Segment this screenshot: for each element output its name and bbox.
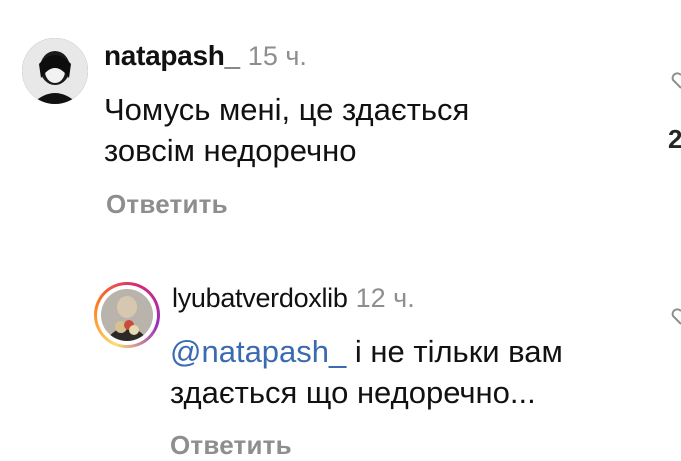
reply-button[interactable]: Ответить [106, 189, 228, 220]
reply-text-line: @natapash_ і не тільки вам [170, 331, 563, 372]
avatar-photo-icon [22, 38, 88, 104]
reply-text-rest: і не тільки вам [346, 334, 563, 369]
comment-time: 15 ч. [247, 41, 307, 71]
reply-time: 12 ч. [355, 283, 415, 313]
reply-username[interactable]: lyubatverdoxlib [172, 283, 348, 313]
heart-icon[interactable] [670, 308, 681, 326]
mention-link[interactable]: @natapash_ [170, 334, 346, 369]
comment-text-line: Чомусь мені, це здається [104, 92, 470, 127]
reply-text: @natapash_ і не тільки вам здається що н… [170, 331, 563, 413]
comment-username[interactable]: natapash_ [104, 40, 240, 71]
reply-header: lyubatverdoxlib 12 ч. [172, 283, 415, 314]
reply-text-line: здається що недоречно... [170, 375, 536, 410]
comment-text: Чомусь мені, це здається зовсім недоречн… [104, 89, 469, 171]
reply-button[interactable]: Ответить [170, 430, 292, 461]
comment-text-line: зовсім недоречно [104, 133, 357, 168]
like-count: 2 [668, 124, 681, 154]
avatar-lyubatverdoxlib[interactable] [94, 282, 160, 348]
comment-header: natapash_ 15 ч. [104, 40, 307, 72]
avatar-photo-icon [101, 289, 153, 341]
heart-icon[interactable] [670, 72, 681, 90]
avatar-natapash[interactable] [22, 38, 88, 104]
story-ring-gap [97, 285, 157, 345]
